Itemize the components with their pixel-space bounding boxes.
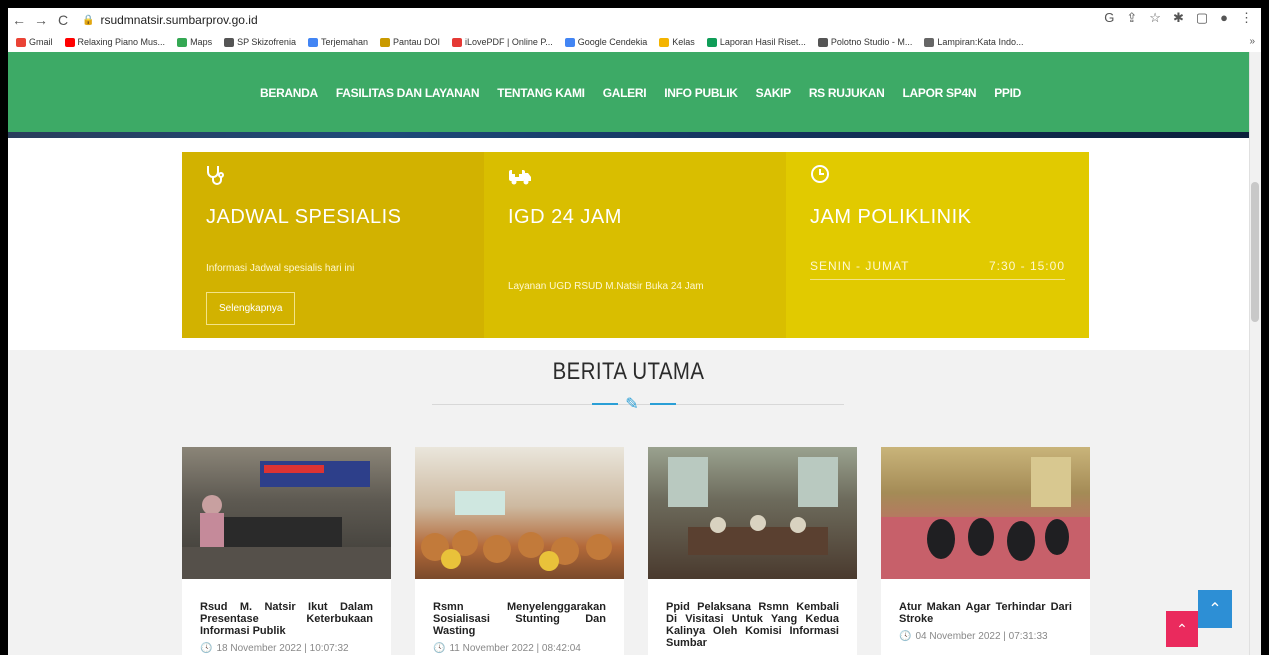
nav-rs-rujukan[interactable]: RS RUJUKAN xyxy=(809,86,885,100)
classroom-icon xyxy=(659,37,670,47)
section-title: BERITA UTAMA xyxy=(552,358,705,385)
google-icon[interactable]: G xyxy=(1104,10,1114,26)
tab-icon[interactable]: ▢ xyxy=(1196,10,1208,26)
divider-accent xyxy=(592,403,618,405)
divider-accent xyxy=(650,403,676,405)
ambulance-icon xyxy=(508,164,762,190)
bookmark-item[interactable]: Lampiran:Kata Indo... xyxy=(924,37,1023,47)
news-card[interactable]: Ppid Pelaksana Rsmn Kembali Di Visitasi … xyxy=(648,447,857,655)
nav-lapor-sp4n[interactable]: LAPOR SP4N xyxy=(903,86,977,100)
bookmarks-bar: Gmail Relaxing Piano Mus... Maps SP Skiz… xyxy=(8,32,1261,52)
menu-icon[interactable]: ⋮ xyxy=(1240,10,1253,26)
browser-actions: G ⇪ ☆ ✱ ▢ ● ⋮ xyxy=(1104,10,1253,26)
news-image[interactable] xyxy=(881,447,1090,579)
news-section: BERITA UTAMA ✎ Rsud M. Natsir Ikut Dalam… xyxy=(8,350,1249,655)
schedule-days: SENIN - JUMAT xyxy=(810,259,910,273)
url-text: rsudmnatsir.sumbarprov.go.id xyxy=(100,13,258,27)
polotno-icon xyxy=(817,37,828,47)
lock-icon: 🔒 xyxy=(82,14,95,26)
info-boxes: JADWAL SPESIALIS Informasi Jadwal spesia… xyxy=(182,152,1089,338)
news-card[interactable]: Atur Makan Agar Terhindar Dari Stroke 🕓 0… xyxy=(881,447,1090,655)
box-jadwal-spesialis: JADWAL SPESIALIS Informasi Jadwal spesia… xyxy=(182,152,484,338)
news-card[interactable]: Rsmn Menyelenggarakan Sosialisasi Stunti… xyxy=(415,447,624,655)
hero-strip xyxy=(8,132,1261,138)
scholar-icon xyxy=(564,37,575,47)
box-title: JAM POLIKLINIK xyxy=(810,206,972,228)
translate-icon xyxy=(307,37,318,47)
bookmark-item[interactable]: Google Cendekia xyxy=(564,37,647,47)
nav-sakip[interactable]: SAKIP xyxy=(756,86,791,100)
more-bookmarks-icon[interactable]: » xyxy=(1249,36,1255,47)
nav-info-publik[interactable]: INFO PUBLIK xyxy=(664,86,738,100)
box-desc: Layanan UGD RSUD M.Natsir Buka 24 Jam xyxy=(508,281,704,292)
star-icon[interactable]: ☆ xyxy=(1149,10,1161,26)
box-igd: IGD 24 JAM Layanan UGD RSUD M.Natsir Buk… xyxy=(484,152,786,338)
schedule-hours: 7:30 - 15:00 xyxy=(988,259,1065,273)
pencil-icon: ✎ xyxy=(625,396,639,413)
chevron-up-button[interactable]: ⌃ xyxy=(1166,611,1198,647)
bookmark-item[interactable]: Gmail xyxy=(16,37,53,47)
box-desc: Informasi Jadwal spesialis hari ini xyxy=(206,263,355,274)
news-title[interactable]: Rsmn Menyelenggarakan Sosialisasi Stunti… xyxy=(433,601,606,637)
clock-icon xyxy=(810,164,1065,190)
share-icon[interactable]: ⇪ xyxy=(1126,10,1137,26)
news-title[interactable]: Atur Makan Agar Terhindar Dari Stroke xyxy=(899,601,1072,625)
bookmark-item[interactable]: Pantau DOI xyxy=(379,37,440,47)
report-icon xyxy=(706,37,717,47)
gmail-icon xyxy=(16,37,26,47)
news-date: 🕓 11 November 2022 | 08:42:04 xyxy=(433,643,581,654)
page-scrollbar[interactable] xyxy=(1249,52,1261,655)
box-title: JADWAL SPESIALIS xyxy=(206,206,402,228)
doi-icon xyxy=(379,37,390,47)
url-field[interactable]: 🔒 rsudmnatsir.sumbarprov.go.id xyxy=(82,13,258,27)
browser-window: ← → C 🔒 rsudmnatsir.sumbarprov.go.id G ⇪… xyxy=(8,8,1261,655)
profile-icon[interactable]: ● xyxy=(1220,10,1228,26)
address-bar: ← → C 🔒 rsudmnatsir.sumbarprov.go.id G ⇪… xyxy=(8,8,1261,32)
bookmark-item[interactable]: Relaxing Piano Mus... xyxy=(64,37,165,47)
main-nav: BERANDA FASILITAS DAN LAYANAN TENTANG KA… xyxy=(8,52,1261,134)
maps-icon xyxy=(177,37,188,47)
extensions-icon[interactable]: ✱ xyxy=(1173,10,1184,26)
news-title[interactable]: Rsud M. Natsir Ikut Dalam Presentase Ket… xyxy=(200,601,373,637)
wiki-icon xyxy=(924,37,935,47)
chevron-up-icon: ⌃ xyxy=(1208,601,1222,618)
bookmark-item[interactable]: Maps xyxy=(177,37,212,47)
chevron-up-icon: ⌃ xyxy=(1176,620,1188,637)
bookmark-item[interactable]: Laporan Hasil Riset... xyxy=(706,37,806,47)
link-icon xyxy=(224,37,235,47)
back-icon[interactable]: ← xyxy=(8,9,30,31)
bookmark-item[interactable]: Kelas xyxy=(659,37,695,47)
bookmark-item[interactable]: Terjemahan xyxy=(307,37,368,47)
news-date: 🕓 18 November 2022 | 10:07:32 xyxy=(200,643,349,654)
stethoscope-icon xyxy=(206,164,460,190)
bookmark-item[interactable]: iLovePDF | Online P... xyxy=(452,37,553,47)
nav-fasilitas[interactable]: FASILITAS DAN LAYANAN xyxy=(336,86,480,100)
nav-beranda[interactable]: BERANDA xyxy=(260,86,318,100)
clock-icon: 🕓 xyxy=(433,643,446,654)
box-title: IGD 24 JAM xyxy=(508,206,622,228)
reload-icon[interactable]: C xyxy=(52,9,74,31)
scroll-to-top-button[interactable]: ⌃ xyxy=(1198,590,1232,628)
box-jam-poliklinik: JAM POLIKLINIK SENIN - JUMAT 7:30 - 15:0… xyxy=(786,152,1089,338)
nav-galeri[interactable]: GALERI xyxy=(603,86,647,100)
forward-icon[interactable]: → xyxy=(30,9,52,31)
youtube-icon xyxy=(64,37,75,47)
clock-icon: 🕓 xyxy=(200,643,213,654)
news-cards: Rsud M. Natsir Ikut Dalam Presentase Ket… xyxy=(182,447,1090,655)
pdf-icon xyxy=(452,37,463,47)
news-image[interactable] xyxy=(415,447,624,579)
scrollbar-thumb[interactable] xyxy=(1251,182,1259,322)
clock-icon: 🕓 xyxy=(899,631,912,642)
bookmark-item[interactable]: Polotno Studio - M... xyxy=(817,37,912,47)
news-card[interactable]: Rsud M. Natsir Ikut Dalam Presentase Ket… xyxy=(182,447,391,655)
news-date: 🕓 04 November 2022 | 07:31:33 xyxy=(899,631,1048,642)
news-title[interactable]: Ppid Pelaksana Rsmn Kembali Di Visitasi … xyxy=(666,601,839,649)
nav-tentang[interactable]: TENTANG KAMI xyxy=(497,86,585,100)
bookmark-item[interactable]: SP Skizofrenia xyxy=(224,37,296,47)
news-image[interactable] xyxy=(648,447,857,579)
nav-ppid[interactable]: PPID xyxy=(994,86,1021,100)
selengkapnya-button[interactable]: Selengkapnya xyxy=(206,292,296,325)
schedule-row: SENIN - JUMAT 7:30 - 15:00 xyxy=(810,259,1065,280)
news-image[interactable] xyxy=(182,447,391,579)
